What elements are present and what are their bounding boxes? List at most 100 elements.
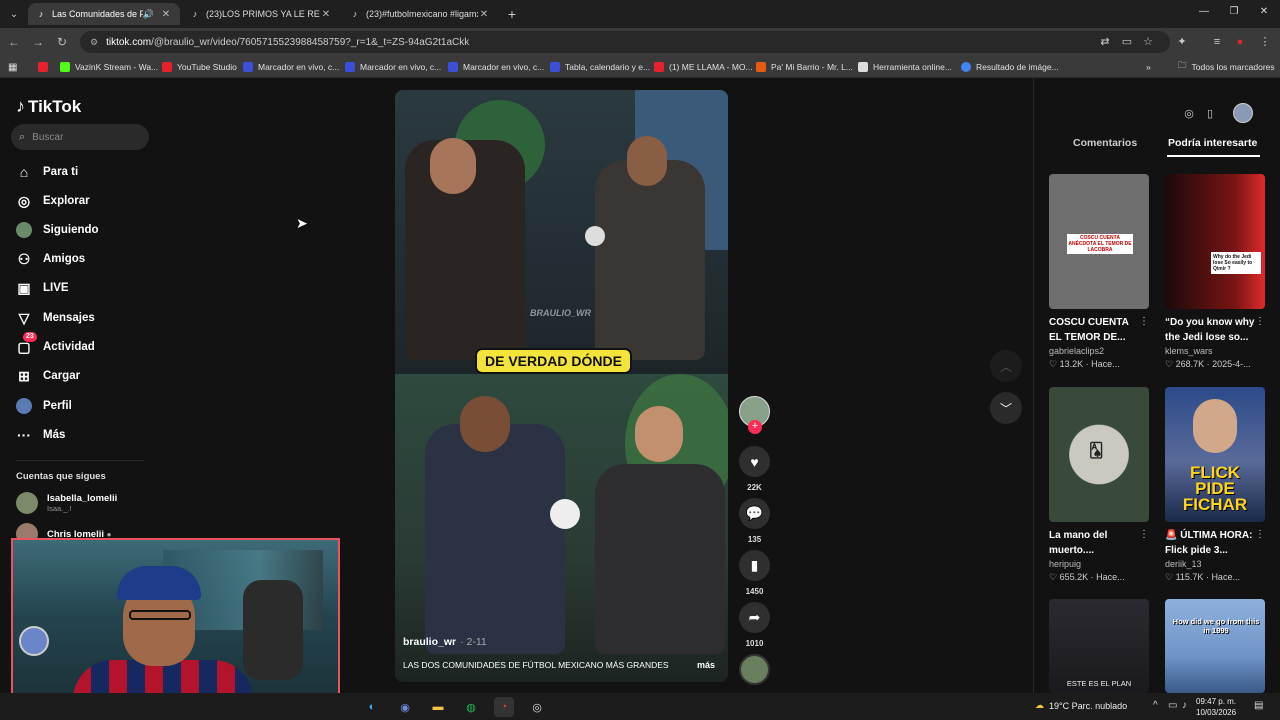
card-menu-icon[interactable]: ⋮ bbox=[1139, 529, 1149, 540]
follow-plus-icon[interactable]: + bbox=[748, 420, 762, 434]
nav-label: Mensajes bbox=[43, 312, 95, 324]
share-button[interactable]: ➦ 1010 bbox=[739, 602, 770, 648]
video-player[interactable]: BRAULIO_WR DE VERDAD DÓNDE braulio_wr · 2… bbox=[395, 90, 728, 682]
spotify-icon[interactable]: ◍ bbox=[461, 697, 481, 717]
nav-item-explorar[interactable]: ◎ Explorar bbox=[16, 191, 90, 211]
file-explorer-icon[interactable]: ▬ bbox=[428, 697, 448, 717]
nav-item-amigos[interactable]: ⚇ Amigos bbox=[16, 249, 85, 269]
music-disc-icon[interactable] bbox=[739, 654, 770, 685]
avatar[interactable] bbox=[1233, 103, 1253, 123]
save-button[interactable]: ▮ 1450 bbox=[739, 550, 770, 596]
close-window-icon[interactable]: ✕ bbox=[1254, 6, 1274, 17]
bookmark-favicon-icon bbox=[654, 62, 664, 72]
media-controls-icon[interactable]: ≡ bbox=[1210, 35, 1224, 49]
tray-chevron-up-icon[interactable]: ^ bbox=[1153, 700, 1158, 711]
bookmark-star-icon[interactable]: ☆ bbox=[1141, 35, 1155, 49]
bookmark-item[interactable]: Herramienta online... bbox=[858, 60, 952, 74]
nav-item-cargar[interactable]: ⊞ Cargar bbox=[16, 366, 80, 386]
profile-icon[interactable]: ● bbox=[1233, 35, 1247, 49]
apps-grid-icon[interactable]: ▦ bbox=[8, 60, 17, 74]
url-field[interactable]: ⚙ tiktok.com/@braulio_wr/video/760571552… bbox=[80, 31, 1170, 53]
translate-icon[interactable]: ⇄ bbox=[1098, 35, 1112, 49]
recommended-video-card[interactable]: Why do the Jedi lose So easily to Qimir … bbox=[1165, 174, 1265, 370]
more-button[interactable]: más bbox=[697, 660, 715, 670]
comment-button[interactable]: 💬 135 bbox=[739, 498, 770, 544]
browser-tab-3[interactable]: ♪ (23)#futbolmexicano #ligamx # ✕ bbox=[342, 3, 498, 25]
restore-icon[interactable]: ❐ bbox=[1224, 6, 1244, 17]
card-menu-icon[interactable]: ⋮ bbox=[1255, 316, 1265, 327]
card-stats: ♡ 115.7K · Hace... bbox=[1165, 572, 1240, 582]
share-arrow-icon: ➦ bbox=[739, 602, 770, 633]
nav-item-mensajes[interactable]: ▽ Mensajes bbox=[16, 308, 95, 328]
bookmark-item[interactable]: Marcador en vivo, c... bbox=[345, 60, 441, 74]
bookmark-item[interactable]: Resultado de imáge... bbox=[961, 60, 1059, 74]
nav-label: LIVE bbox=[43, 282, 69, 294]
bookmark-item[interactable]: Marcador en vivo, c... bbox=[448, 60, 544, 74]
close-tab-icon[interactable]: ✕ bbox=[478, 9, 490, 20]
reload-icon[interactable]: ↻ bbox=[54, 34, 70, 50]
tab-comentarios[interactable]: Comentarios bbox=[1073, 137, 1137, 149]
recommended-video-card[interactable]: COSCU CUENTA ANÉCDOTA EL TEMOR DE LACOBR… bbox=[1049, 174, 1149, 370]
system-clock[interactable]: 09:47 p. m. 10/03/2026 bbox=[1196, 696, 1236, 718]
new-tab-button[interactable]: + bbox=[502, 4, 522, 24]
close-tab-icon[interactable]: ✕ bbox=[320, 9, 332, 20]
video-author[interactable]: braulio_wr · 2-11 bbox=[403, 636, 487, 648]
volume-icon[interactable]: ♪ bbox=[1182, 700, 1187, 711]
more-bookmarks-icon[interactable]: » bbox=[1146, 60, 1151, 74]
tiktok-favicon-icon: ♪ bbox=[352, 9, 358, 19]
bookmark-item[interactable]: Pa' Mi Barrio - Mr. L... bbox=[756, 60, 853, 74]
bookmark-item[interactable]: YouTube Studio bbox=[162, 60, 237, 74]
search-input[interactable]: ⌕ Buscar bbox=[11, 124, 149, 150]
author-name[interactable]: braulio_wr bbox=[403, 636, 456, 648]
weather-widget[interactable]: ☁ 19°C Parc. nublado bbox=[1035, 700, 1127, 711]
bookmark-item[interactable]: Tabla, calendario y e... bbox=[550, 60, 650, 74]
home-icon: ⌂ bbox=[19, 164, 29, 180]
tab-podria-interesarte[interactable]: Podría interesarte bbox=[1168, 137, 1257, 149]
notifications-icon[interactable]: ▤ bbox=[1254, 700, 1263, 711]
browser-tab-2[interactable]: ♪ (23)LOS PRIMOS YA LE RESPON ✕ bbox=[182, 3, 340, 25]
mobile-device-icon[interactable]: ▯ bbox=[1201, 105, 1219, 123]
bookmark-item[interactable]: Marcador en vivo, c... bbox=[243, 60, 339, 74]
menu-kebab-icon[interactable]: ⋮ bbox=[1258, 35, 1272, 49]
nav-item-actividad[interactable]: ▢ 23 Actividad bbox=[16, 332, 95, 357]
network-icon[interactable]: ▭ bbox=[1168, 700, 1177, 711]
site-info-icon[interactable]: ⚙ bbox=[90, 37, 98, 48]
nav-item-siguiendo[interactable]: Siguiendo bbox=[16, 220, 99, 240]
bookmark-item[interactable]: VazinK Stream - Wa... bbox=[60, 60, 158, 74]
close-tab-icon[interactable]: ✕ bbox=[160, 9, 172, 20]
recommended-video-card[interactable]: ESTE ES EL PLAN bbox=[1049, 599, 1149, 693]
all-bookmarks-folder[interactable]: 🗀 Todos los marcadores bbox=[1178, 60, 1275, 74]
nav-item-mas[interactable]: ··· Más bbox=[16, 425, 65, 445]
nav-item-live[interactable]: ▣ LIVE bbox=[16, 278, 69, 298]
person-right-head bbox=[627, 136, 667, 186]
recommended-video-card[interactable]: 🂡 La mano del muerto.... ⋮ heripuig ♡ 65… bbox=[1049, 387, 1149, 583]
tab-search-chevron-icon[interactable]: ⌄ bbox=[4, 4, 24, 24]
cast-icon[interactable]: ▭ bbox=[1120, 35, 1134, 49]
compass-icon[interactable]: ◎ bbox=[1180, 105, 1198, 123]
tiktok-logo[interactable]: ♪ TikTok bbox=[16, 96, 81, 117]
bookmark-item[interactable] bbox=[38, 60, 53, 74]
forward-icon[interactable]: → bbox=[30, 34, 46, 50]
like-count: 22K bbox=[747, 483, 762, 492]
discord-icon[interactable]: ◉ bbox=[395, 697, 415, 717]
browser-tab-1[interactable]: ♪ Las Comunidades de Fútbol 🔊 ✕ bbox=[28, 3, 180, 25]
card-menu-icon[interactable]: ⋮ bbox=[1255, 529, 1265, 540]
card-menu-icon[interactable]: ⋮ bbox=[1139, 316, 1149, 327]
previous-video-chevron-up-icon[interactable]: ︿ bbox=[990, 350, 1022, 382]
like-button[interactable]: ♥ 22K bbox=[739, 446, 770, 492]
extensions-icon[interactable]: ✦ bbox=[1175, 35, 1189, 49]
recommended-video-card[interactable]: How did we go from this in 1999 bbox=[1165, 599, 1265, 693]
recommended-video-card[interactable]: FLICK PIDE FICHAR 🚨 ÚLTIMA HORA: Flick p… bbox=[1165, 387, 1265, 583]
nav-item-perfil[interactable]: Perfil bbox=[16, 396, 72, 416]
audio-playing-icon[interactable]: 🔊 bbox=[143, 9, 154, 20]
chrome-icon[interactable]: ◔ bbox=[494, 697, 514, 717]
obs-icon[interactable]: ◎ bbox=[527, 697, 547, 717]
nav-item-para-ti[interactable]: ⌂ Para ti bbox=[16, 162, 78, 182]
minimize-icon[interactable]: — bbox=[1194, 6, 1214, 17]
edge-browser-icon[interactable]: ◐ bbox=[362, 697, 382, 717]
next-video-chevron-down-icon[interactable]: ﹀ bbox=[990, 392, 1022, 424]
back-icon[interactable]: ← bbox=[6, 34, 22, 50]
card-likes: 13.2K bbox=[1059, 359, 1084, 369]
bookmark-item[interactable]: (1) ME LLAMA - MO... bbox=[654, 60, 753, 74]
followed-account[interactable]: Isabella_lomelii Isaa._.! bbox=[16, 492, 117, 514]
